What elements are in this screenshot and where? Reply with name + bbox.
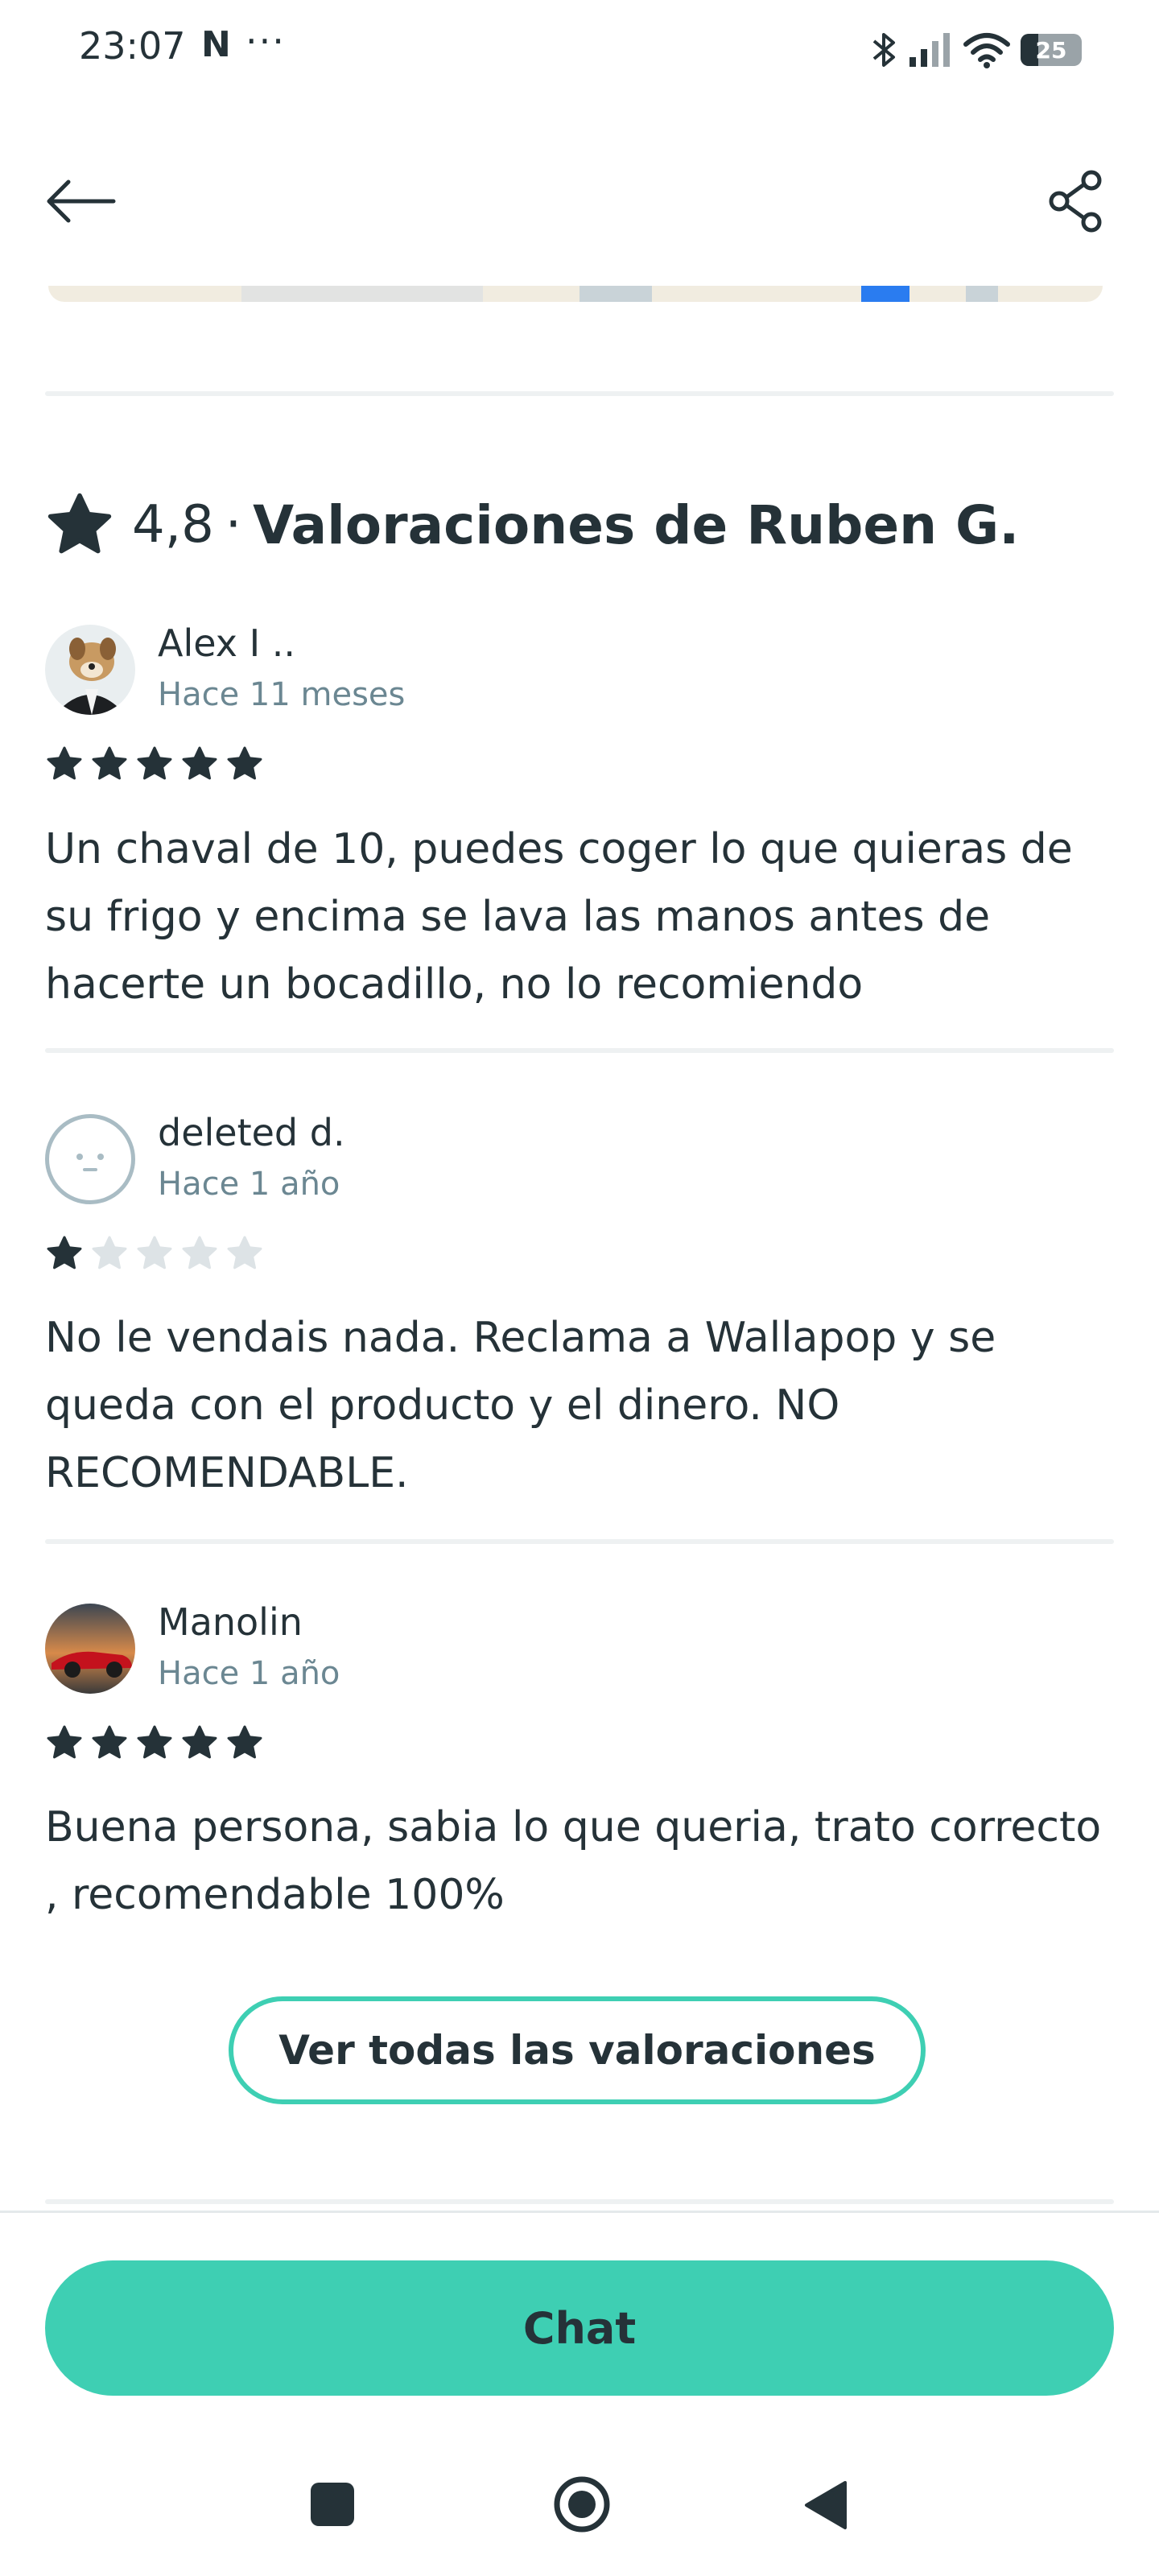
- review-divider: [45, 1539, 1114, 1544]
- reviewer-avatar[interactable]: [45, 1114, 135, 1204]
- triangle-back-icon: [805, 2481, 847, 2529]
- star-filled-icon: [182, 746, 217, 780]
- share-button[interactable]: [1037, 161, 1117, 242]
- star-filled-icon: [47, 746, 82, 780]
- bluetooth-icon: [872, 33, 895, 67]
- chat-button[interactable]: Chat: [45, 2260, 1114, 2396]
- battery-icon: 25: [1021, 34, 1082, 66]
- star-empty-icon: [137, 1236, 172, 1269]
- star-filled-icon: [227, 1725, 262, 1759]
- bottom-bar-border: [0, 2211, 1159, 2213]
- share-icon: [1049, 170, 1102, 233]
- review-text: Buena persona, sabia lo que queria, trat…: [45, 1803, 1102, 1919]
- map-preview[interactable]: [48, 286, 1103, 302]
- review-stars: [45, 745, 264, 782]
- back-button[interactable]: [40, 161, 121, 242]
- star-filled-icon: [182, 1725, 217, 1759]
- home-circle-icon: [554, 2476, 610, 2533]
- reviewer-name: deleted d.: [158, 1111, 345, 1154]
- star-icon: [47, 493, 112, 554]
- star-empty-icon: [182, 1236, 217, 1269]
- reviewer-avatar[interactable]: [45, 625, 135, 715]
- home-button[interactable]: [552, 2475, 612, 2534]
- wifi-icon: [963, 33, 1010, 68]
- star-filled-icon: [227, 746, 262, 780]
- star-filled-icon: [137, 746, 172, 780]
- reviewer-name: Alex I ..: [158, 621, 296, 665]
- netflix-notification-icon: N: [201, 24, 231, 65]
- review-time: Hace 11 meses: [158, 676, 406, 713]
- review-time: Hace 1 año: [158, 1166, 340, 1203]
- star-empty-icon: [227, 1236, 262, 1269]
- review-divider: [45, 1048, 1114, 1053]
- star-filled-icon: [92, 746, 127, 780]
- status-time: 23:07: [79, 24, 186, 68]
- review-text: Un chaval de 10, puedes coger lo que qui…: [45, 825, 1073, 1009]
- more-notifications-icon: ···: [245, 19, 286, 63]
- status-icons: 25: [869, 26, 1082, 74]
- arrow-left-icon: [47, 180, 116, 223]
- signal-icon: [909, 33, 950, 67]
- rating-score: 4,8: [132, 495, 214, 555]
- section-divider: [45, 391, 1114, 396]
- review-stars: [45, 1235, 264, 1272]
- star-empty-icon: [92, 1236, 127, 1269]
- section-divider: [45, 2199, 1114, 2204]
- see-all-reviews-button[interactable]: Ver todas las valoraciones: [229, 1996, 926, 2104]
- ratings-title: Valoraciones de Ruben G.: [253, 493, 1020, 556]
- star-filled-icon: [47, 1725, 82, 1759]
- battery-level: 25: [1035, 36, 1067, 64]
- star-filled-icon: [137, 1725, 172, 1759]
- ratings-header: 4,8 · Valoraciones de Ruben G.: [45, 485, 1019, 565]
- rating-separator: ·: [225, 495, 242, 555]
- review-stars: [45, 1724, 264, 1761]
- nav-back-button[interactable]: [802, 2479, 850, 2531]
- reviewer-name: Manolin: [158, 1600, 303, 1644]
- review-time: Hace 1 año: [158, 1655, 340, 1692]
- star-filled-icon: [47, 1236, 82, 1269]
- review-text: No le vendais nada. Reclama a Wallapop y…: [45, 1314, 996, 1497]
- reviewer-avatar[interactable]: [45, 1604, 135, 1694]
- star-filled-icon: [92, 1725, 127, 1759]
- recents-button[interactable]: [311, 2483, 354, 2526]
